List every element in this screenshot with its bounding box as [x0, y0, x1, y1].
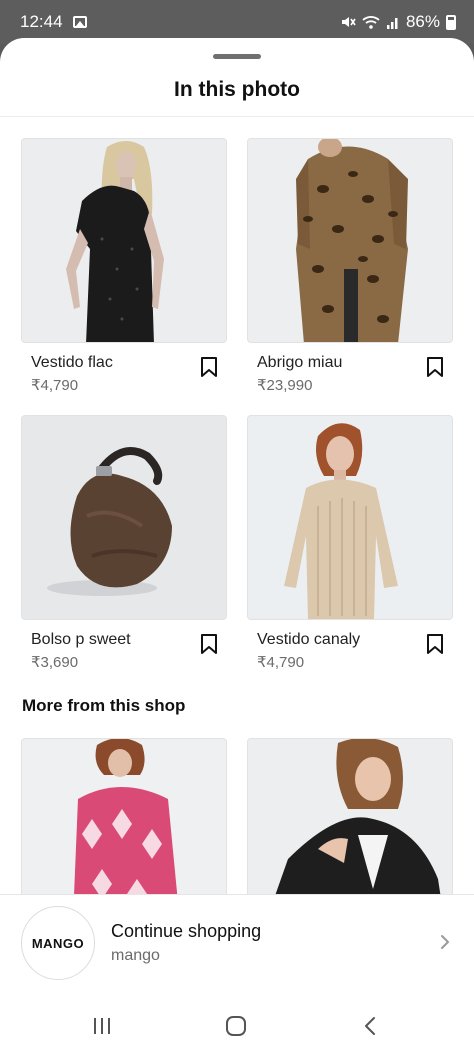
drag-handle[interactable]: [213, 54, 261, 59]
battery-icon: [446, 14, 456, 30]
product-price: ₹3,690: [31, 654, 79, 671]
product-name[interactable]: Vestido flac: [31, 354, 113, 372]
product-price: ₹4,790: [31, 377, 79, 394]
product-image[interactable]: [247, 415, 453, 620]
shop-logo[interactable]: MANGO: [21, 906, 95, 980]
back-icon: [365, 1017, 375, 1035]
product-price: ₹23,990: [257, 377, 313, 394]
status-left: 12:44: [20, 12, 87, 32]
system-nav-bar: [0, 996, 474, 1053]
bookmark-icon[interactable]: [199, 356, 219, 378]
product-price: ₹4,790: [257, 654, 305, 671]
product-card[interactable]: Bolso p sweet ₹3,690: [21, 415, 227, 671]
home-icon: [226, 1016, 246, 1036]
sheet-title: In this photo: [174, 78, 300, 101]
product-image[interactable]: [21, 415, 227, 620]
recent-apps-button[interactable]: [82, 1006, 122, 1046]
battery-level: 86%: [405, 12, 440, 31]
product-name[interactable]: Vestido canaly: [257, 631, 360, 649]
mute-icon: [341, 17, 356, 27]
status-time: 12:44: [20, 12, 63, 31]
product-card[interactable]: Abrigo miau ₹23,990: [247, 138, 453, 394]
bottom-sheet: In this photo Vestido flac ₹4,790 Abrigo…: [0, 38, 474, 1053]
back-button[interactable]: [350, 1006, 390, 1046]
image-notification-icon: [72, 16, 87, 28]
product-card[interactable]: Vestido flac ₹4,790: [21, 138, 227, 394]
bookmark-icon[interactable]: [425, 356, 445, 378]
continue-shopping-label[interactable]: Continue shopping: [111, 921, 261, 942]
wifi-icon: [362, 15, 380, 29]
status-right: 86%: [340, 12, 456, 32]
product-card[interactable]: Vestido canaly ₹4,790: [247, 415, 453, 671]
product-image[interactable]: [247, 138, 453, 343]
divider: [0, 116, 474, 117]
signal-icon: [386, 17, 398, 29]
bookmark-icon[interactable]: [425, 633, 445, 655]
continue-shopping-bar[interactable]: MANGO Continue shopping mango: [0, 894, 474, 994]
shop-name: mango: [111, 947, 160, 964]
bookmark-icon[interactable]: [199, 633, 219, 655]
product-image[interactable]: [21, 138, 227, 343]
chevron-right-icon[interactable]: [438, 933, 452, 951]
product-name[interactable]: Bolso p sweet: [31, 631, 131, 649]
recent-apps-icon: [94, 1018, 110, 1034]
home-button[interactable]: [216, 1006, 256, 1046]
section-heading: More from this shop: [22, 696, 186, 715]
product-name[interactable]: Abrigo miau: [257, 354, 342, 372]
